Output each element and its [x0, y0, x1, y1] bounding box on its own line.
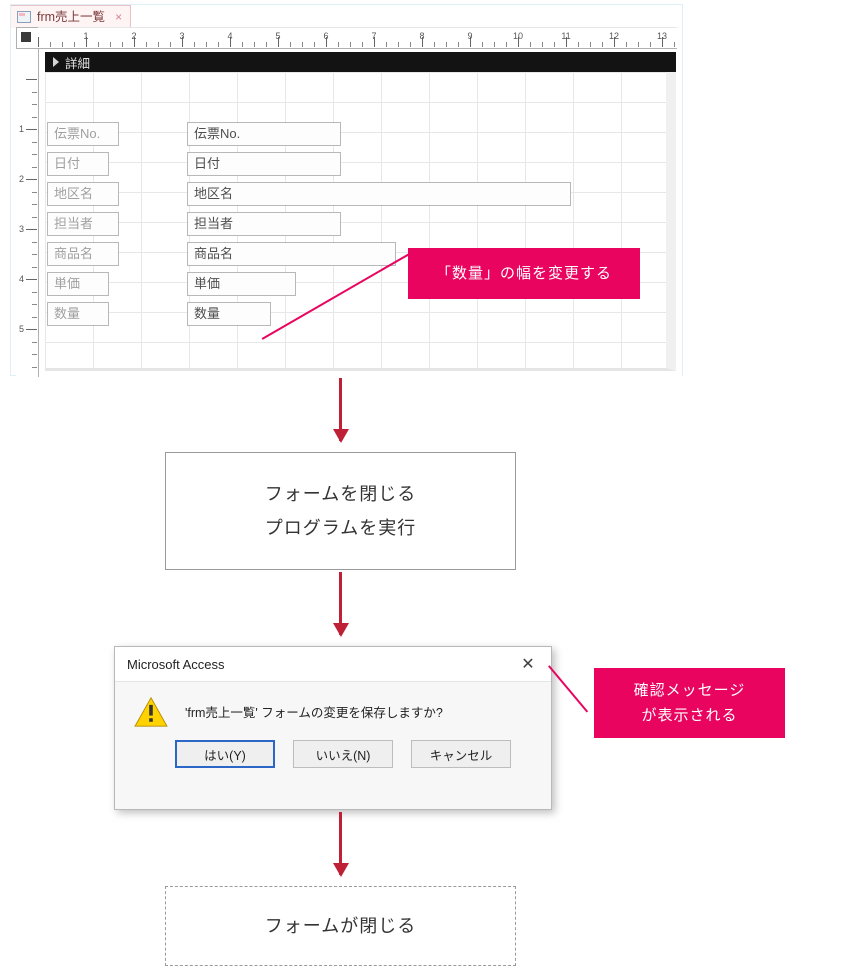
section-header-label: 詳細	[65, 53, 90, 72]
hruler-number: 13	[657, 31, 667, 41]
section-header-detail[interactable]: 詳細	[45, 52, 676, 72]
callout-1-text: 「数量」の幅を変更する	[436, 261, 612, 287]
access-form-designer: frm売上一覧 × 12345678910111213 12345 詳細 伝票N…	[10, 4, 683, 376]
vruler-number: 3	[19, 224, 24, 234]
hruler-number: 2	[131, 31, 136, 41]
hruler-number: 12	[609, 31, 619, 41]
dialog-title: Microsoft Access	[127, 657, 225, 672]
design-grid[interactable]: 伝票No. 伝票No. 日付 日付地区名 地区名担当者 担当者商品名 商品名単価 単価数量 数量	[45, 72, 676, 371]
warning-icon	[133, 696, 169, 728]
design-surface[interactable]: 詳細 伝票No. 伝票No. 日付 日付地区名 地区名担当者 担当者商品名 商品名単価 単価数…	[39, 49, 682, 377]
ruler-corner	[16, 27, 40, 49]
flowbox-form-closes: フォームが閉じる	[165, 886, 516, 966]
designer-tabbar: frm売上一覧 ×	[11, 5, 682, 27]
callout-2-leader	[548, 665, 588, 712]
field-textbox[interactable]: 商品名	[187, 242, 396, 266]
form-tab-title: frm売上一覧	[37, 6, 105, 28]
field-textbox[interactable]: 伝票No.	[187, 122, 341, 146]
hruler-number: 5	[275, 31, 280, 41]
save-confirm-dialog: Microsoft Access ✕ 'frm売上一覧' フォームの変更を保存し…	[114, 646, 552, 810]
field-label[interactable]: 日付	[47, 152, 109, 176]
dialog-titlebar[interactable]: Microsoft Access ✕	[115, 647, 551, 682]
dialog-button-row: はい(Y) いいえ(N) キャンセル	[115, 740, 551, 784]
flowbox1-line2: プログラムを実行	[265, 511, 416, 545]
flowbox1-line1: フォームを閉じる	[265, 477, 416, 511]
arrow-1	[339, 378, 342, 441]
hruler-number: 11	[561, 31, 570, 41]
tab-close-icon[interactable]: ×	[111, 6, 122, 28]
field-label[interactable]: 商品名	[47, 242, 119, 266]
field-textbox[interactable]: 日付	[187, 152, 341, 176]
vruler-number: 1	[19, 124, 24, 134]
callout-confirm-message: 確認メッセージ が表示される	[594, 668, 785, 738]
form-icon	[17, 11, 31, 23]
vruler-number: 4	[19, 274, 24, 284]
dialog-message: 'frm売上一覧' フォームの変更を保存しますか?	[185, 696, 443, 721]
flowbox-close-form-run-program: フォームを閉じる プログラムを実行	[165, 452, 516, 570]
arrow-3	[339, 812, 342, 875]
horizontal-ruler: 12345678910111213	[38, 27, 677, 49]
field-textbox[interactable]: 担当者	[187, 212, 341, 236]
field-label[interactable]: 伝票No.	[47, 122, 119, 146]
dialog-close-icon[interactable]: ✕	[515, 654, 541, 674]
hruler-number: 9	[467, 31, 472, 41]
callout-2-line1: 確認メッセージ	[634, 678, 746, 704]
field-textbox[interactable]: 地区名	[187, 182, 571, 206]
field-label[interactable]: 単価	[47, 272, 109, 296]
field-textbox[interactable]: 数量	[187, 302, 271, 326]
hruler-number: 6	[323, 31, 328, 41]
callout-2-line2: が表示される	[634, 703, 746, 729]
dialog-yes-button[interactable]: はい(Y)	[175, 740, 275, 768]
hruler-number: 10	[513, 31, 523, 41]
vertical-ruler: 1 2 3 4 5	[16, 49, 39, 377]
hruler-number: 1	[83, 31, 88, 41]
dialog-no-button[interactable]: いいえ(N)	[293, 740, 393, 768]
hruler-number: 8	[419, 31, 424, 41]
hruler-number: 7	[371, 31, 376, 41]
arrow-2	[339, 572, 342, 635]
callout-change-quantity-width: 「数量」の幅を変更する	[408, 248, 640, 299]
dialog-cancel-button[interactable]: キャンセル	[411, 740, 511, 768]
hruler-number: 3	[179, 31, 184, 41]
section-arrow-icon	[53, 57, 59, 67]
vruler-number: 2	[19, 174, 24, 184]
dialog-body: 'frm売上一覧' フォームの変更を保存しますか?	[115, 682, 551, 740]
hruler-number: 4	[227, 31, 232, 41]
flowbox2-text: フォームが閉じる	[265, 909, 416, 943]
field-label[interactable]: 担当者	[47, 212, 119, 236]
field-label[interactable]: 地区名	[47, 182, 119, 206]
vruler-number: 5	[19, 324, 24, 334]
form-tab[interactable]: frm売上一覧 ×	[11, 5, 131, 28]
field-label[interactable]: 数量	[47, 302, 109, 326]
field-textbox[interactable]: 単価	[187, 272, 296, 296]
